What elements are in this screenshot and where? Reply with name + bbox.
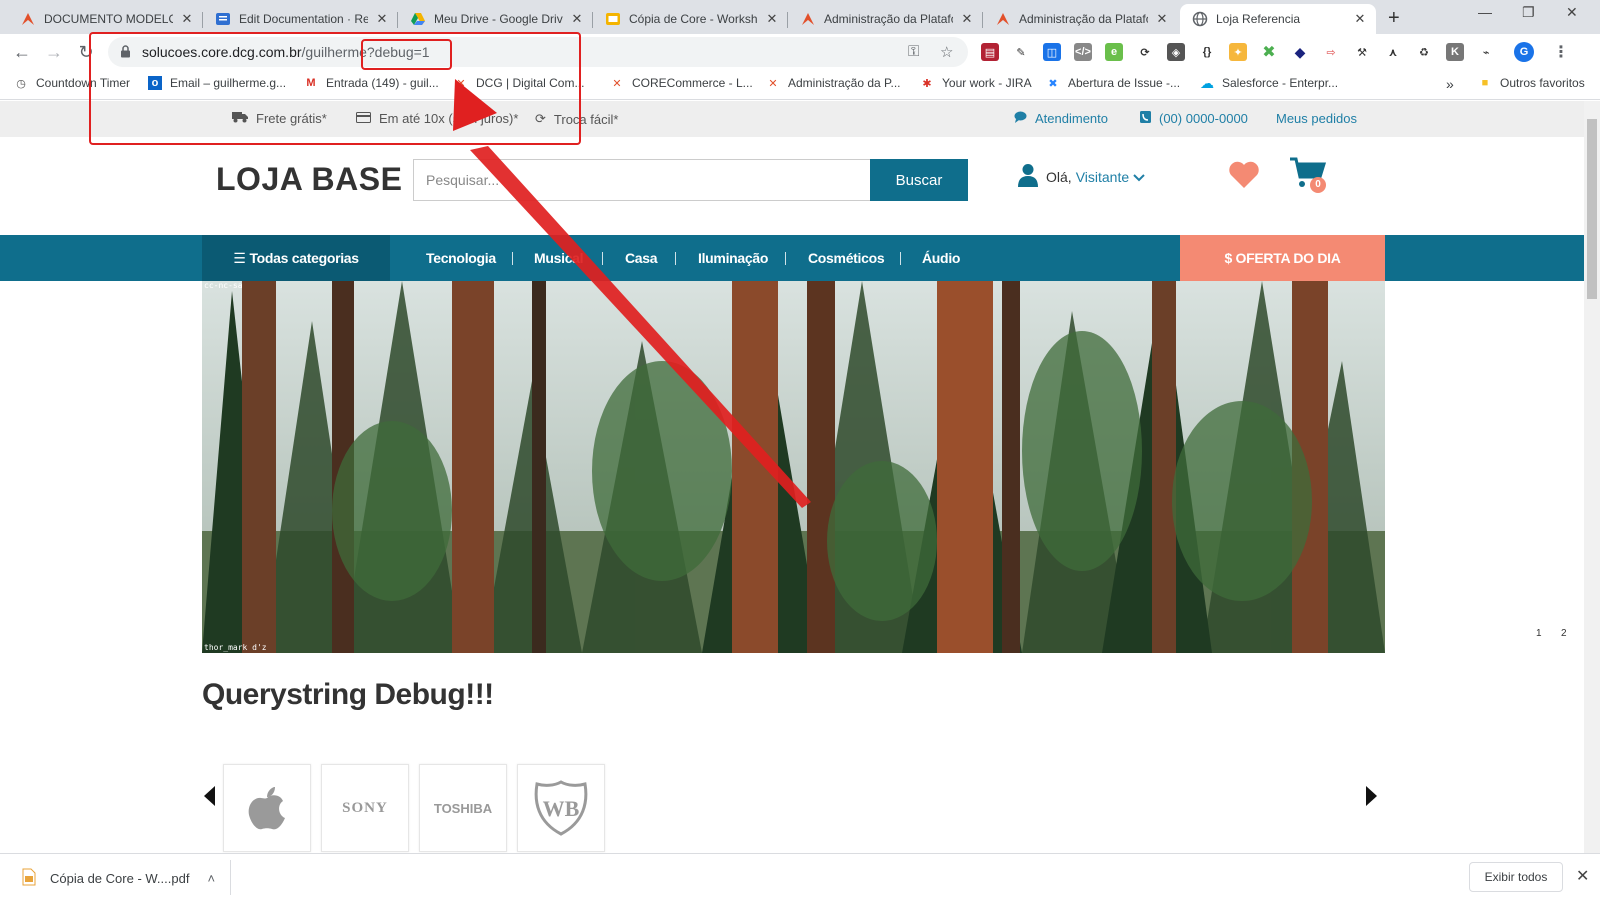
annotation-arrow (453, 79, 811, 508)
